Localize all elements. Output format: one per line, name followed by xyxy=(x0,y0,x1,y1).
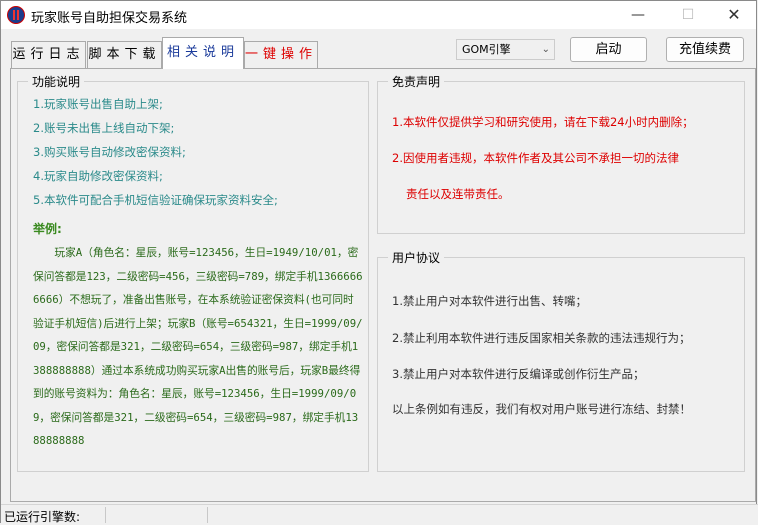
disclaimer-group: 免责声明 1.本软件仅提供学习和研究使用，请在下载24小时内删除； 2.因使用者… xyxy=(377,73,745,234)
engine-select-value: GOM引擎 xyxy=(462,43,511,56)
status-divider xyxy=(207,507,208,523)
chevron-down-icon: ⌄ xyxy=(541,44,550,55)
feature-item: 5.本软件可配合手机短信验证确保玩家资料安全; xyxy=(33,193,278,207)
start-button[interactable]: 启动 xyxy=(570,37,647,62)
minimize-icon[interactable]: — xyxy=(615,1,661,29)
agreement-line: 2.禁止利用本软件进行违反国家相关条款的违法违规行为； xyxy=(392,331,691,345)
app-window: 玩家账号自助担保交易系统 — ☐ ✕ 运行日志 脚本下载 相关说明 一键操作 G… xyxy=(0,0,758,525)
tab-run-log[interactable]: 运行日志 xyxy=(11,41,86,68)
feature-item: 3.购买账号自动修改密保资料; xyxy=(33,145,186,159)
tab-related-notes[interactable]: 相关说明 xyxy=(162,37,244,69)
disclaimer-title: 免责声明 xyxy=(388,73,445,90)
feature-item: 1.玩家账号出售自助上架; xyxy=(33,97,163,111)
example-title: 举例: xyxy=(33,222,62,236)
window-title: 玩家账号自助担保交易系统 xyxy=(31,11,188,26)
recharge-button[interactable]: 充值续费 xyxy=(666,37,744,62)
status-divider xyxy=(105,507,106,523)
agreement-title: 用户协议 xyxy=(388,249,445,266)
tab-script-download[interactable]: 脚本下载 xyxy=(87,41,162,68)
feature-item: 4.玩家自助修改密保资料; xyxy=(33,169,163,183)
engine-select[interactable]: GOM引擎 ⌄ xyxy=(456,39,555,60)
example-text: 玩家A（角色名：星辰，账号=123456，生日=1949/10/01，密保问答都… xyxy=(33,246,363,447)
features-group: 功能说明 1.玩家账号出售自助上架; 2.账号未出售上线自动下架; 3.购买账号… xyxy=(17,73,369,472)
close-icon[interactable]: ✕ xyxy=(711,1,757,29)
tab-one-click-operation[interactable]: 一键操作 xyxy=(244,41,318,68)
features-title: 功能说明 xyxy=(28,73,85,90)
status-bar: 已运行引擎数: xyxy=(1,504,758,525)
agreement-line: 以上条例如有违反，我们有权对用户账号进行冻结、封禁！ xyxy=(392,402,691,416)
title-bar: 玩家账号自助担保交易系统 — ☐ ✕ xyxy=(1,1,756,29)
engine-count-label: 已运行引擎数: xyxy=(4,510,81,524)
maximize-icon[interactable]: ☐ xyxy=(665,1,711,29)
agreement-line: 3.禁止用户对本软件进行反编译或创作衍生产品； xyxy=(392,367,645,381)
agreement-line: 1.禁止用户对本软件进行出售、转嘴； xyxy=(392,294,587,308)
disclaimer-line: 责任以及连带责任。 xyxy=(406,187,510,201)
disclaimer-line: 1.本软件仅提供学习和研究使用，请在下载24小时内删除； xyxy=(392,115,694,129)
disclaimer-line: 2.因使用者违规，本软件作者及其公司不承担一切的法律 xyxy=(392,151,679,165)
app-logo-icon xyxy=(7,6,25,24)
feature-item: 2.账号未出售上线自动下架; xyxy=(33,121,175,135)
agreement-group: 用户协议 1.禁止用户对本软件进行出售、转嘴； 2.禁止利用本软件进行违反国家相… xyxy=(377,249,745,472)
